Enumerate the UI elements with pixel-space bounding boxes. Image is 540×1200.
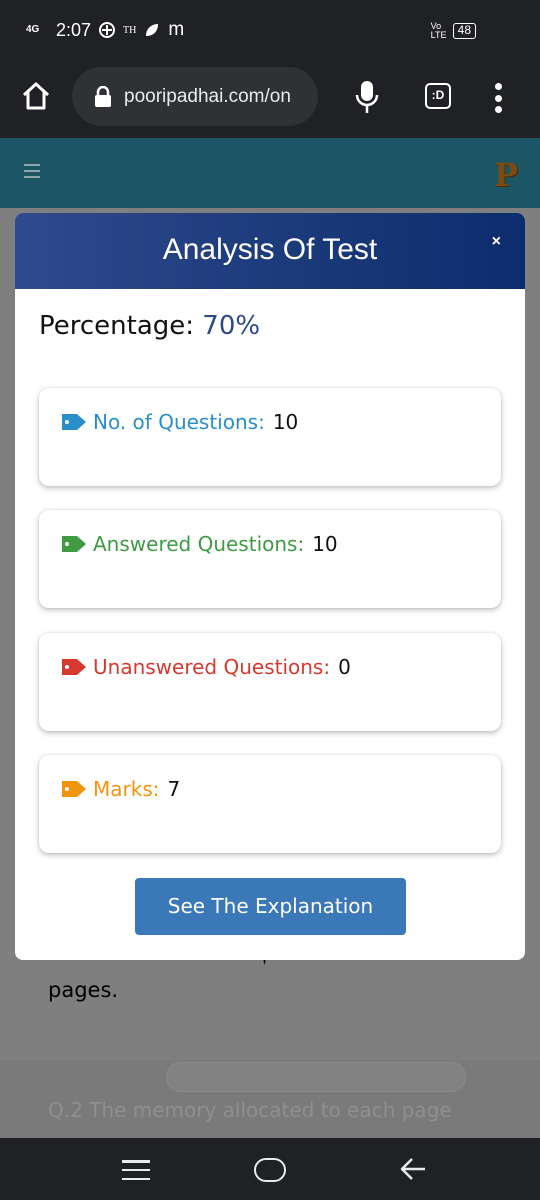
stat-label: Marks:	[93, 777, 160, 801]
percentage-line: Percentage: 70%	[39, 311, 260, 341]
see-explanation-button[interactable]: See The Explanation	[135, 878, 406, 935]
hamburger-menu-icon[interactable]	[24, 164, 40, 178]
modal-header: Analysis Of Test ×	[15, 213, 525, 289]
battery-indicator: 48	[452, 23, 476, 39]
modal-title: Analysis Of Test	[162, 233, 378, 266]
next-question-text: Q.2 The memory allocated to each page	[48, 1098, 452, 1122]
lock-icon	[95, 85, 111, 107]
stat-value: 10	[272, 410, 299, 434]
more-vert-icon[interactable]	[488, 80, 508, 116]
progress-pill	[166, 1062, 466, 1092]
site-header: P	[0, 138, 540, 208]
status-bar: 4G 2:07 TH m Vo LTE 48	[0, 0, 540, 60]
stat-value: 0	[338, 655, 351, 679]
site-logo[interactable]: P	[494, 156, 518, 194]
address-bar[interactable]: pooripadhai.com/on	[72, 67, 318, 126]
tag-icon	[62, 781, 86, 797]
leaf-icon	[146, 24, 159, 36]
tag-icon	[62, 659, 86, 675]
tab-switcher-icon[interactable]: :D	[425, 83, 451, 109]
percentage-value: 70%	[202, 311, 261, 341]
network-indicator: 4G	[26, 24, 40, 35]
url-text: pooripadhai.com/on	[124, 85, 291, 107]
system-nav-bar	[0, 1138, 540, 1200]
th-indicator: TH	[123, 24, 137, 36]
browser-toolbar: pooripadhai.com/on :D	[0, 60, 540, 138]
stat-value: 7	[167, 777, 181, 801]
volte-indicator: Vo LTE	[430, 21, 447, 40]
recents-icon[interactable]	[122, 1160, 150, 1180]
tag-icon	[62, 414, 86, 430]
background-text: pages.	[48, 978, 119, 1002]
back-arrow-icon[interactable]	[398, 1154, 428, 1184]
percentage-label: Percentage:	[39, 311, 195, 341]
clock: 2:07	[56, 19, 92, 40]
m-indicator: m	[168, 19, 185, 40]
stat-card-unanswered: Unanswered Questions: 0	[39, 633, 501, 731]
stat-value: 10	[312, 532, 338, 556]
close-icon[interactable]: ×	[492, 233, 501, 251]
stat-label: Answered Questions:	[93, 532, 305, 556]
home-icon[interactable]	[20, 80, 52, 112]
analysis-modal: Analysis Of Test × Percentage: 70% No. o…	[15, 213, 525, 960]
stat-card-marks: Marks: 7	[39, 755, 501, 853]
stat-card-questions: No. of Questions: 10	[39, 388, 501, 486]
stat-label: No. of Questions:	[93, 410, 265, 434]
stat-card-answered: Answered Questions: 10	[39, 510, 501, 608]
stat-label: Unanswered Questions:	[93, 655, 331, 679]
cross-circle-icon	[99, 22, 116, 38]
tag-icon	[62, 536, 86, 552]
home-nav-icon[interactable]	[254, 1158, 286, 1182]
mic-icon[interactable]	[355, 80, 379, 114]
